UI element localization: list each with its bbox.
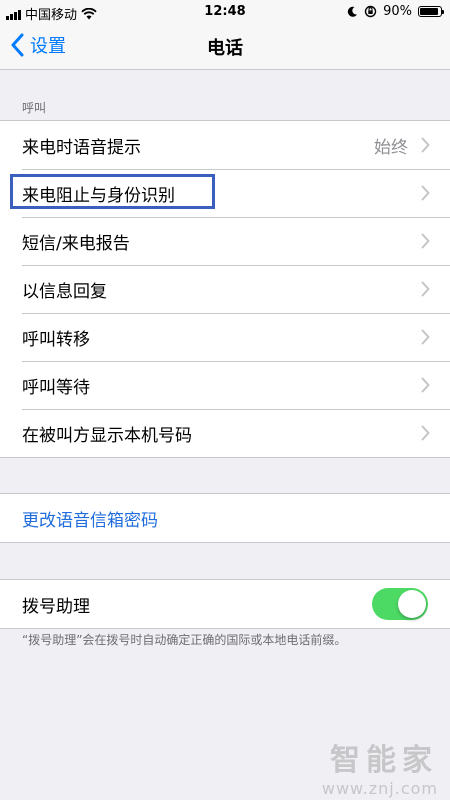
row-respond-with-text[interactable]: 以信息回复 (0, 265, 450, 313)
battery-percent: 90% (383, 4, 412, 19)
chevron-right-icon (421, 281, 430, 297)
row-call-forwarding[interactable]: 呼叫转移 (0, 313, 450, 361)
row-label: 呼叫等待 (22, 377, 90, 398)
watermark: 智能家 www.znj.com (322, 735, 438, 798)
dial-assist-toggle[interactable] (372, 588, 428, 620)
row-label: 在被叫方显示本机号码 (22, 425, 192, 446)
row-label: 呼叫转移 (22, 329, 90, 350)
watermark-url: www.znj.com (321, 779, 438, 798)
row-label: 更改语音信箱密码 (22, 510, 158, 531)
row-announce-calls[interactable]: 来电时语音提示 始终 (0, 121, 450, 169)
status-right: 90% (346, 4, 444, 19)
row-label: 拨号助理 (22, 596, 90, 617)
dial-assist-group: 拨号助理 (0, 579, 450, 629)
rotation-lock-icon (364, 5, 377, 18)
chevron-right-icon (421, 185, 430, 201)
calls-group: 来电时语音提示 始终 来电阻止与身份识别 短信/来电报告 以信息回复 呼叫转移 … (0, 120, 450, 458)
battery-fill (420, 8, 438, 15)
chevron-right-icon (421, 329, 430, 345)
toggle-knob (398, 590, 426, 618)
row-call-waiting[interactable]: 呼叫等待 (0, 361, 450, 409)
change-voicemail-password-button[interactable]: 更改语音信箱密码 (0, 494, 450, 542)
row-label: 短信/来电报告 (22, 233, 130, 254)
navigation-bar: 设置 电话 (0, 24, 450, 70)
chevron-right-icon (421, 377, 430, 393)
row-label: 以信息回复 (22, 281, 107, 302)
row-dial-assist: 拨号助理 (0, 580, 450, 628)
chevron-right-icon (421, 425, 430, 441)
row-label: 来电阻止与身份识别 (22, 185, 175, 206)
watermark-logo: 智能家 (330, 743, 438, 778)
page-title: 电话 (207, 38, 243, 59)
row-show-caller-id[interactable]: 在被叫方显示本机号码 (0, 409, 450, 457)
dial-assist-footer: “拨号助理”会在拨号时自动确定正确的国际或本地电话前缀。 (22, 633, 347, 647)
voicemail-group: 更改语音信箱密码 (0, 493, 450, 543)
moon-icon (347, 6, 358, 17)
row-label: 来电时语音提示 (22, 137, 141, 158)
row-sms-call-report[interactable]: 短信/来电报告 (0, 217, 450, 265)
chevron-right-icon (421, 233, 430, 249)
row-value: 始终 (374, 137, 408, 158)
status-bar: 中国移动 12:48 90% (0, 0, 450, 24)
row-call-blocking[interactable]: 来电阻止与身份识别 (0, 169, 450, 217)
chevron-right-icon (421, 137, 430, 153)
battery-icon (418, 6, 444, 17)
section-header-calls: 呼叫 (22, 101, 47, 115)
